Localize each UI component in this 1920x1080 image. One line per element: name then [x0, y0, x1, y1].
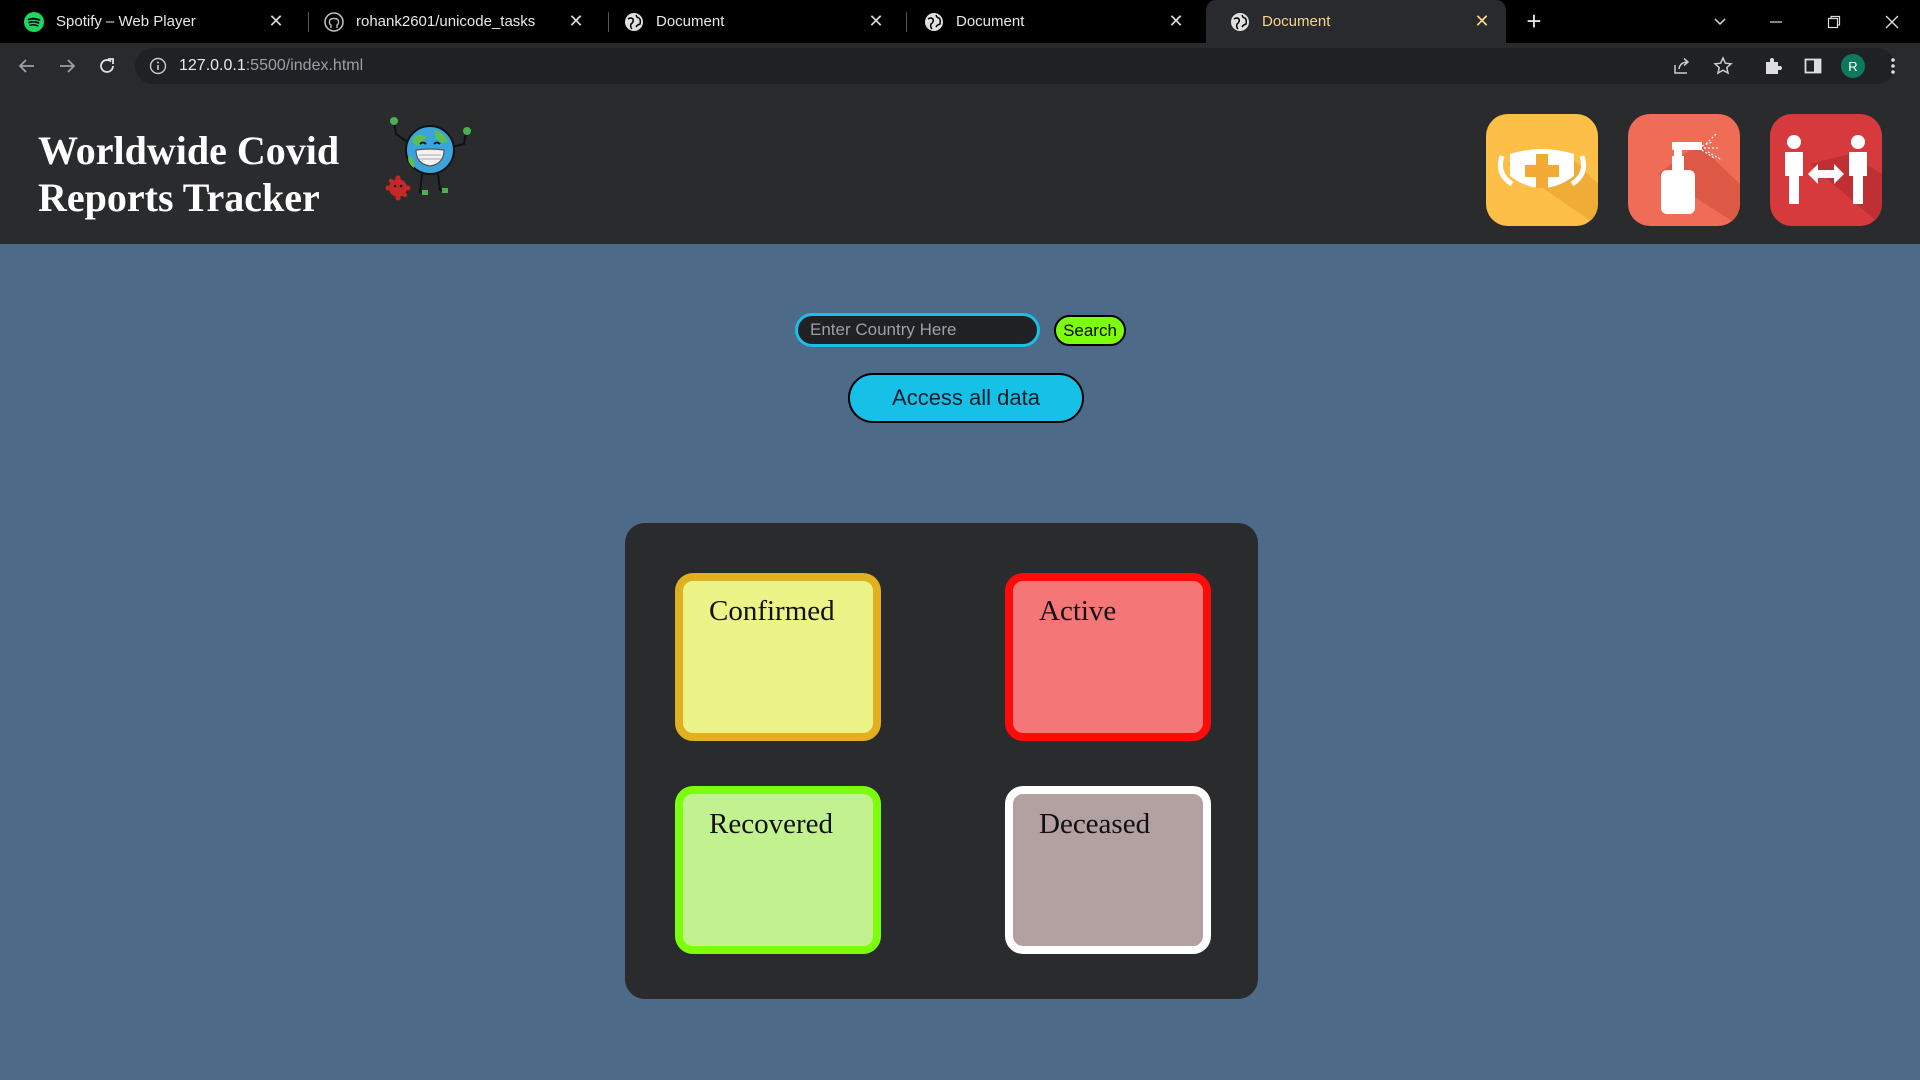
bookmark-star-icon[interactable] — [1708, 51, 1738, 81]
tab-document-active[interactable]: Document ✕ — [1206, 0, 1506, 43]
recovered-card: Recovered — [675, 786, 881, 954]
share-icon[interactable] — [1667, 51, 1697, 81]
close-tab-icon[interactable]: ✕ — [1472, 11, 1492, 32]
tab-title: rohank2601/unicode_tasks — [356, 13, 536, 30]
search-button[interactable]: Search — [1054, 315, 1126, 346]
profile-avatar[interactable]: R — [1841, 54, 1865, 78]
tab-github[interactable]: rohank2601/unicode_tasks ✕ — [300, 0, 600, 43]
tab-title: Document — [956, 13, 1025, 30]
close-tab-icon[interactable]: ✕ — [1166, 11, 1186, 32]
extensions-icon[interactable] — [1758, 51, 1788, 81]
tab-search-chevron-icon[interactable] — [1692, 0, 1748, 43]
tab-document-1[interactable]: Document ✕ — [600, 0, 900, 43]
masked-globe-mascot-icon — [380, 112, 480, 212]
access-all-data-button[interactable]: Access all data — [848, 373, 1084, 423]
deceased-label: Deceased — [1039, 808, 1151, 840]
close-tab-icon[interactable]: ✕ — [566, 11, 586, 32]
github-icon — [324, 11, 344, 32]
url-text: 127.0.0.1:5500/index.html — [179, 57, 364, 74]
restore-icon[interactable] — [1806, 0, 1862, 43]
close-tab-icon[interactable]: ✕ — [866, 11, 886, 32]
active-label: Active — [1039, 595, 1117, 627]
active-card: Active — [1005, 573, 1211, 741]
title-line-1: Worldwide Covid — [38, 128, 340, 173]
reload-icon[interactable] — [92, 51, 122, 81]
page-title: Worldwide Covid Reports Tracker — [38, 127, 339, 221]
browser-tab-strip: Spotify – Web Player ✕ rohank2601/unicod… — [0, 0, 1920, 43]
social-distancing-icon — [1770, 114, 1882, 226]
site-info-icon[interactable] — [149, 57, 167, 75]
minimize-icon[interactable] — [1748, 0, 1804, 43]
globe-icon — [1230, 12, 1250, 32]
country-search-input[interactable] — [795, 313, 1040, 347]
forward-icon[interactable] — [52, 51, 82, 81]
browser-toolbar: 127.0.0.1:5500/index.html R — [0, 43, 1920, 89]
face-mask-icon — [1486, 114, 1598, 226]
globe-icon — [924, 12, 944, 32]
confirmed-label: Confirmed — [709, 595, 835, 627]
tab-title: Document — [1262, 13, 1331, 30]
globe-icon — [624, 12, 644, 32]
stats-panel: Confirmed Active Recovered Deceased — [625, 523, 1258, 999]
title-line-2: Reports Tracker — [38, 175, 320, 220]
close-tab-icon[interactable]: ✕ — [266, 11, 286, 32]
address-bar[interactable]: 127.0.0.1:5500/index.html — [135, 48, 1895, 84]
back-icon[interactable] — [12, 51, 42, 81]
menu-kebab-icon[interactable] — [1878, 51, 1908, 81]
site-header: Worldwide Covid Reports Tracker — [0, 89, 1920, 244]
close-window-icon[interactable] — [1864, 0, 1920, 43]
spotify-icon — [24, 11, 44, 32]
recovered-label: Recovered — [709, 808, 833, 840]
tab-title: Spotify – Web Player — [56, 13, 196, 30]
side-panel-icon[interactable] — [1798, 51, 1828, 81]
new-tab-icon[interactable]: + — [1520, 8, 1548, 36]
confirmed-card: Confirmed — [675, 573, 881, 741]
hand-sanitizer-icon — [1628, 114, 1740, 226]
tab-title: Document — [656, 13, 725, 30]
tab-spotify[interactable]: Spotify – Web Player ✕ — [0, 0, 300, 43]
tab-document-2[interactable]: Document ✕ — [900, 0, 1200, 43]
deceased-card: Deceased — [1005, 786, 1211, 954]
